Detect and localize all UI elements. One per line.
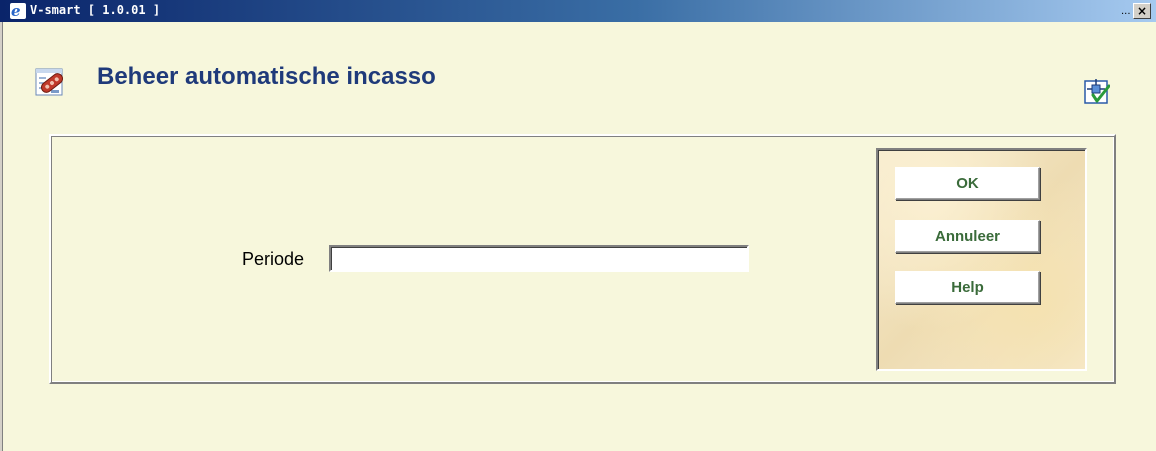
help-button[interactable]: Help [895,271,1040,304]
window-title: V-smart [ 1.0.01 ] [30,3,161,17]
title-bar: e V-smart [ 1.0.01 ] ... × [0,0,1156,22]
button-panel: OK Annuleer Help [876,148,1087,371]
ok-button[interactable]: OK [895,167,1040,200]
workflow-check-icon[interactable] [1084,78,1110,104]
window-frame [0,22,3,451]
periode-label: Periode [242,249,305,269]
direct-debit-icon [35,68,64,96]
title-dots: ... [1121,6,1131,17]
app-icon: e [10,2,26,20]
page-title: Beheer automatische incasso [97,63,436,90]
close-button[interactable]: × [1133,3,1151,19]
cancel-button[interactable]: Annuleer [895,220,1040,253]
periode-input[interactable] [329,245,749,272]
